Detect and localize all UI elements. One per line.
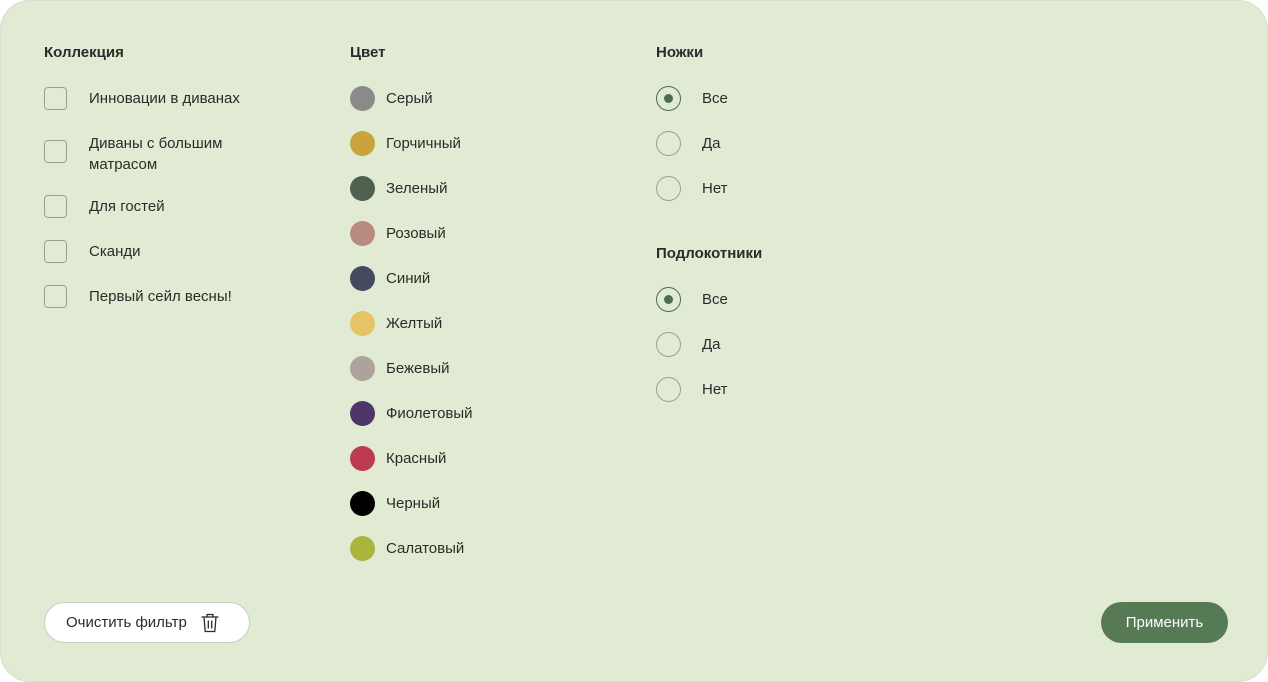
checkbox-label: Диваны с большим матрасом xyxy=(89,135,223,173)
clear-filter-label: Очистить фильтр xyxy=(66,614,187,631)
radio-button[interactable] xyxy=(656,332,681,357)
color-swatch[interactable] xyxy=(350,131,375,156)
color-swatch[interactable] xyxy=(350,356,375,381)
color-item-mustard[interactable]: Горчичный xyxy=(350,131,461,156)
color-label: Горчичный xyxy=(386,135,461,152)
checkbox[interactable] xyxy=(44,87,67,110)
color-label: Фиолетовый xyxy=(386,405,473,422)
color-label: Синий xyxy=(386,270,431,287)
color-label: Розовый xyxy=(386,225,446,242)
checkbox[interactable] xyxy=(44,285,67,308)
color-label: Желтый xyxy=(386,315,443,332)
checkbox-label: Инновации в диванах xyxy=(89,90,240,107)
color-item-black[interactable]: Черный xyxy=(350,491,440,516)
color-swatch[interactable] xyxy=(350,536,375,561)
collection-item-guests[interactable]: Для гостей xyxy=(44,195,279,218)
radio-label: Все xyxy=(702,90,728,107)
color-heading: Цвет xyxy=(350,44,386,61)
radio-label: Все xyxy=(702,291,728,308)
collection-item-innovations[interactable]: Инновации в диванах xyxy=(44,87,279,110)
armrests-option-yes[interactable]: Да xyxy=(656,332,721,357)
legs-heading: Ножки xyxy=(656,44,704,61)
armrests-option-all[interactable]: Все xyxy=(656,287,728,312)
color-label: Черный xyxy=(386,495,441,512)
color-item-gray[interactable]: Серый xyxy=(350,86,433,111)
radio-button[interactable] xyxy=(656,176,681,201)
armrests-option-no[interactable]: Нет xyxy=(656,377,728,402)
collection-heading: Коллекция xyxy=(44,44,124,61)
color-swatch[interactable] xyxy=(350,401,375,426)
radio-label: Да xyxy=(702,336,721,353)
radio-button[interactable] xyxy=(656,287,681,312)
color-label: Салатовый xyxy=(386,540,465,557)
color-swatch[interactable] xyxy=(350,221,375,246)
color-item-green[interactable]: Зеленый xyxy=(350,176,447,201)
radio-selected-dot xyxy=(664,295,673,304)
apply-button[interactable]: Применить xyxy=(1101,602,1228,643)
radio-button[interactable] xyxy=(656,131,681,156)
radio-button[interactable] xyxy=(656,377,681,402)
collection-item-big-mattress[interactable]: Диваны с большим матрасом xyxy=(44,132,279,175)
radio-label: Да xyxy=(702,135,721,152)
legs-option-all[interactable]: Все xyxy=(656,86,728,111)
collection-item-scandi[interactable]: Сканди xyxy=(44,240,279,263)
color-item-red[interactable]: Красный xyxy=(350,446,446,471)
color-label: Зеленый xyxy=(386,180,448,197)
checkbox-label: Для гостей xyxy=(89,198,165,215)
color-item-purple[interactable]: Фиолетовый xyxy=(350,401,473,426)
checkbox-label: Первый сейл весны! xyxy=(89,288,232,305)
legs-option-no[interactable]: Нет xyxy=(656,176,728,201)
checkbox[interactable] xyxy=(44,240,67,263)
color-swatch[interactable] xyxy=(350,86,375,111)
color-item-blue[interactable]: Синий xyxy=(350,266,430,291)
trash-icon xyxy=(201,613,219,632)
radio-label: Нет xyxy=(702,180,728,197)
checkbox[interactable] xyxy=(44,195,67,218)
filter-panel: Коллекция Инновации в диванах Диваны с б… xyxy=(0,0,1268,682)
collection-item-spring-sale[interactable]: Первый сейл весны! xyxy=(44,285,279,308)
color-item-yellow[interactable]: Желтый xyxy=(350,311,442,336)
color-swatch[interactable] xyxy=(350,311,375,336)
color-item-lime[interactable]: Салатовый xyxy=(350,536,464,561)
color-swatch[interactable] xyxy=(350,176,375,201)
color-label: Серый xyxy=(386,90,433,107)
color-label: Бежевый xyxy=(386,360,450,377)
radio-button[interactable] xyxy=(656,86,681,111)
color-swatch[interactable] xyxy=(350,491,375,516)
legs-option-yes[interactable]: Да xyxy=(656,131,721,156)
color-swatch[interactable] xyxy=(350,446,375,471)
apply-label: Применить xyxy=(1125,614,1204,631)
color-swatch[interactable] xyxy=(350,266,375,291)
clear-filter-button[interactable]: Очистить фильтр xyxy=(44,602,250,643)
color-item-beige[interactable]: Бежевый xyxy=(350,356,450,381)
armrests-heading: Подлокотники xyxy=(656,245,763,262)
color-label: Красный xyxy=(386,450,447,467)
checkbox[interactable] xyxy=(44,140,67,163)
checkbox-label: Сканди xyxy=(89,243,141,260)
radio-selected-dot xyxy=(664,94,673,103)
radio-label: Нет xyxy=(702,381,728,398)
color-item-pink[interactable]: Розовый xyxy=(350,221,446,246)
